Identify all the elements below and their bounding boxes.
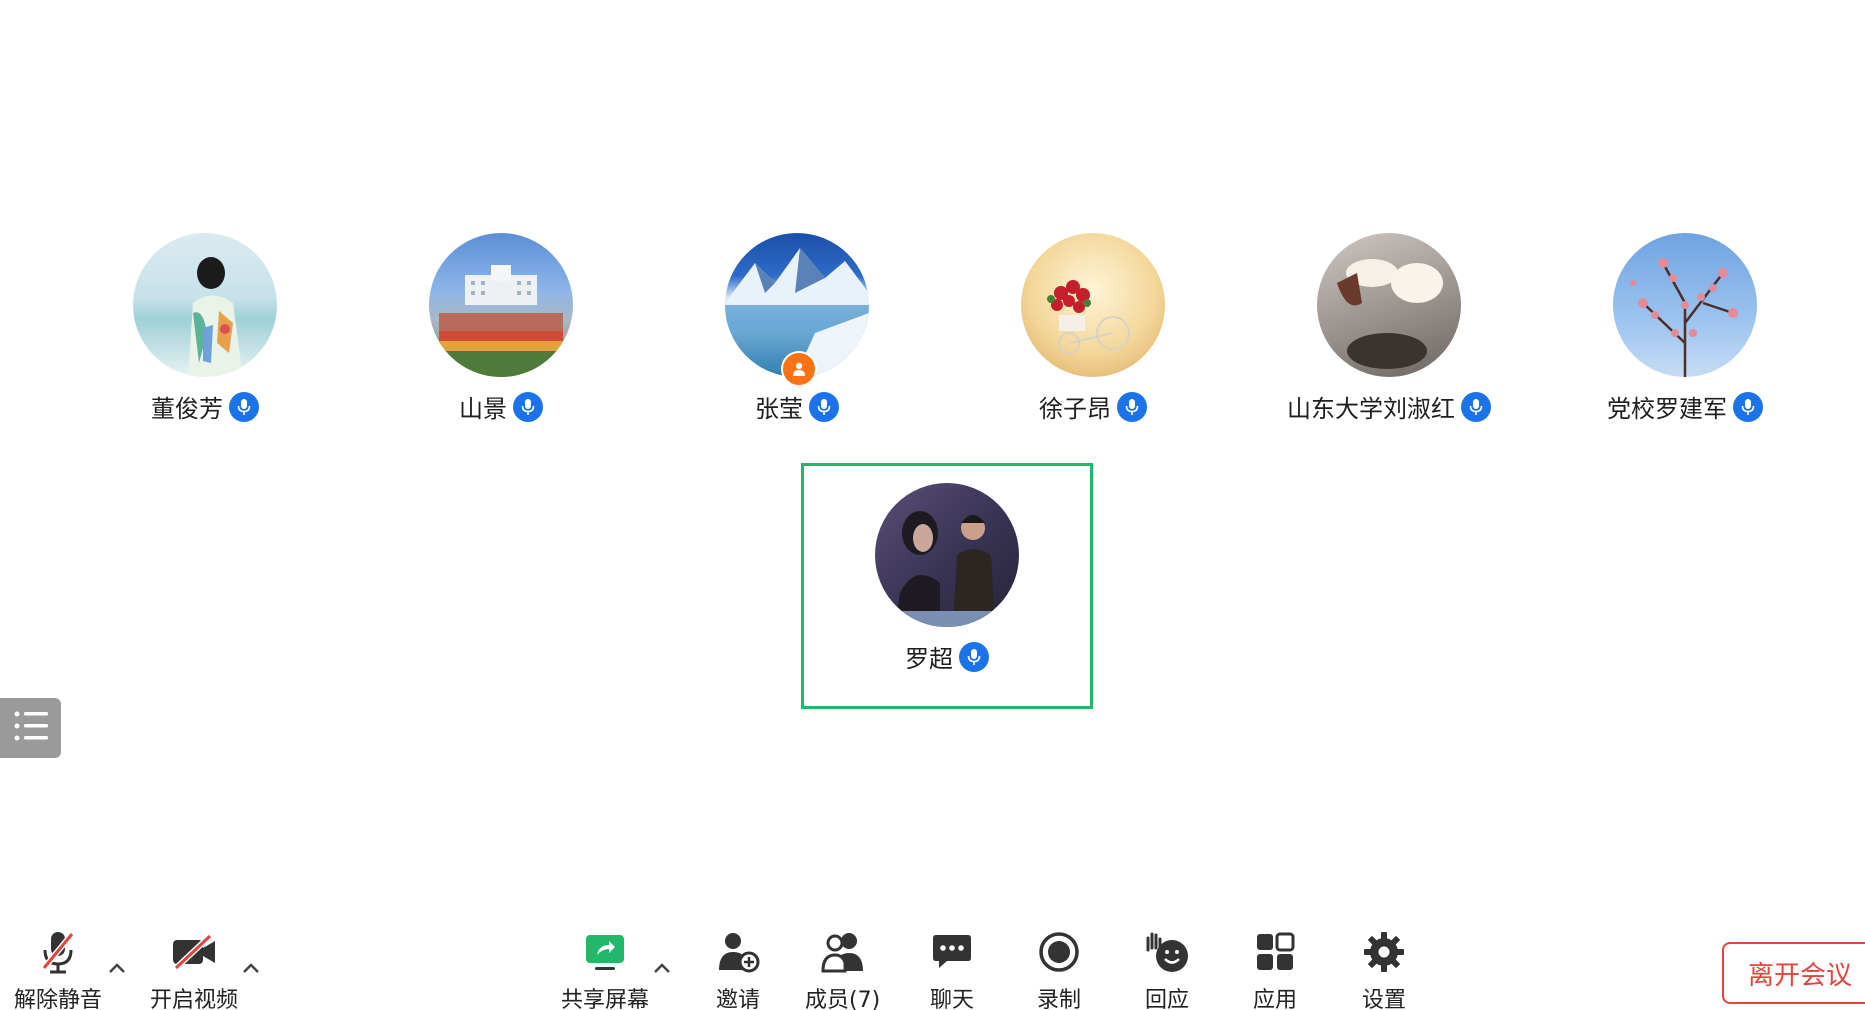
leave-meeting-button[interactable]: 离开会议 — [1722, 942, 1865, 1004]
participant-tile[interactable]: 徐子昂 — [943, 233, 1243, 443]
participant-name: 山东大学刘淑红 — [1287, 395, 1455, 423]
share-screen-button[interactable]: 共享屏幕 — [561, 928, 649, 1010]
participant-name-row: 徐子昂 — [1039, 389, 1147, 424]
gear-icon — [1358, 928, 1410, 976]
meeting-stage: 董俊芳 山景 张莹 徐子昂 山东大学刘淑红 党校罗建军 罗超 解除静音 开启视频… — [0, 0, 1865, 1010]
record-button[interactable]: 录制 — [1033, 928, 1085, 1010]
mic-icon — [513, 391, 543, 422]
participant-name: 董俊芳 — [151, 395, 223, 423]
participant-name-row: 山景 — [459, 389, 543, 424]
mic-muted-icon — [32, 928, 84, 976]
start-video-label: 开启视频 — [150, 988, 239, 1010]
avatar — [725, 233, 869, 387]
apps-label: 应用 — [1252, 988, 1297, 1010]
leave-meeting-label: 离开会议 — [1748, 960, 1853, 991]
participant-name-row: 张莹 — [755, 389, 839, 424]
participant-tile[interactable]: 张莹 — [647, 233, 947, 443]
members-icon — [817, 928, 869, 976]
participant-tile[interactable]: 山东大学刘淑红 — [1239, 233, 1539, 443]
participant-tile[interactable]: 党校罗建军 — [1535, 233, 1835, 443]
participant-name: 张莹 — [755, 395, 803, 423]
side-list-button[interactable] — [0, 698, 61, 758]
video-options-caret[interactable] — [240, 960, 262, 976]
start-video-button[interactable]: 开启视频 — [150, 928, 238, 1010]
settings-label: 设置 — [1361, 988, 1406, 1010]
add-user-icon — [712, 928, 764, 976]
host-icon — [781, 351, 817, 387]
participant-name-row: 董俊芳 — [151, 389, 259, 424]
participant-name: 徐子昂 — [1039, 395, 1111, 423]
participant-tile[interactable]: 罗超 — [797, 483, 1097, 693]
record-icon — [1033, 928, 1085, 976]
members-button[interactable]: 成员(7) — [805, 928, 880, 1010]
reaction-icon — [1141, 928, 1193, 976]
mic-icon — [959, 641, 989, 672]
chat-label: 聊天 — [929, 988, 974, 1010]
apps-icon — [1249, 928, 1301, 976]
share-screen-icon — [579, 928, 631, 976]
unmute-label: 解除静音 — [14, 988, 103, 1010]
avatar — [1317, 233, 1461, 377]
reaction-label: 回应 — [1144, 988, 1189, 1010]
mic-icon — [809, 391, 839, 422]
members-label: 成员(7) — [805, 988, 881, 1010]
avatar — [1021, 233, 1165, 377]
audio-options-caret[interactable] — [106, 960, 128, 976]
participant-name-row: 山东大学刘淑红 — [1287, 389, 1491, 424]
participant-tile[interactable]: 山景 — [351, 233, 651, 443]
invite-label: 邀请 — [715, 988, 760, 1010]
list-icon — [13, 709, 49, 747]
mic-icon — [229, 391, 259, 422]
chat-button[interactable]: 聊天 — [926, 928, 978, 1010]
chat-icon — [926, 928, 978, 976]
participant-name-row: 罗超 — [905, 639, 989, 674]
share-options-caret[interactable] — [651, 960, 673, 976]
participant-name: 党校罗建军 — [1607, 395, 1727, 423]
unmute-button[interactable]: 解除静音 — [14, 928, 102, 1010]
settings-button[interactable]: 设置 — [1358, 928, 1410, 1010]
video-off-icon — [168, 928, 220, 976]
apps-button[interactable]: 应用 — [1249, 928, 1301, 1010]
participant-name: 山景 — [459, 395, 507, 423]
avatar — [133, 233, 277, 377]
reaction-button[interactable]: 回应 — [1141, 928, 1193, 1010]
mic-icon — [1733, 391, 1763, 422]
avatar — [1613, 233, 1757, 377]
participant-name-row: 党校罗建军 — [1607, 389, 1763, 424]
invite-button[interactable]: 邀请 — [712, 928, 764, 1010]
share-screen-label: 共享屏幕 — [561, 988, 650, 1010]
avatar — [875, 483, 1019, 627]
avatar — [429, 233, 573, 377]
mic-icon — [1117, 391, 1147, 422]
participant-tile[interactable]: 董俊芳 — [55, 233, 355, 443]
mic-icon — [1461, 391, 1491, 422]
record-label: 录制 — [1036, 988, 1081, 1010]
participant-name: 罗超 — [905, 645, 953, 673]
